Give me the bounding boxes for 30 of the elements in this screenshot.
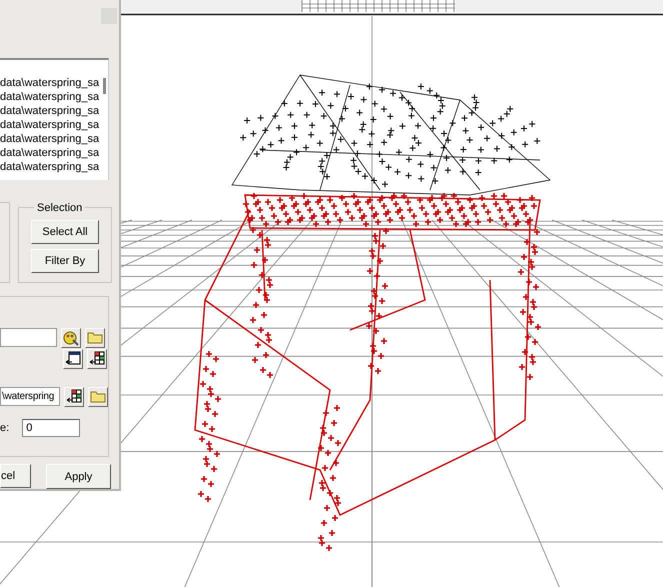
apply-button[interactable]: Apply [46, 464, 111, 489]
folder-button[interactable] [88, 386, 108, 407]
palette-button[interactable] [61, 328, 81, 348]
folder-icon [87, 331, 103, 344]
group-title: Selection [36, 202, 84, 214]
window-arrow-button[interactable] [63, 348, 83, 369]
file-list-item[interactable]: data\waterspring_sa [0, 104, 108, 118]
folder-icon [90, 390, 106, 404]
select-all-button[interactable]: Select All [31, 220, 99, 244]
file-list-item[interactable]: data\waterspring_sa [0, 132, 108, 146]
file-list[interactable]: data\waterspring_sa data\waterspring_sa data\waterspring_sa data\waterspring_sa data\waterspring_sa data\waterspring_sa data\waterspring_sa [0, 58, 109, 180]
folder-button[interactable] [85, 328, 105, 348]
file-list-item[interactable]: data\waterspring_sa [0, 76, 108, 90]
window-arrow-icon [65, 351, 81, 366]
table-arrow-button[interactable] [87, 348, 107, 369]
table-arrow-icon [66, 389, 82, 404]
table-arrow-icon [89, 351, 105, 366]
file-list-item[interactable]: data\waterspring_sa [0, 118, 108, 132]
cancel-button[interactable]: cel [0, 464, 31, 488]
path-field[interactable]: \waterspring [0, 387, 60, 406]
filter-by-button[interactable]: Filter By [31, 248, 99, 273]
scrollbar-thumb[interactable] [103, 78, 106, 94]
field-label: e: [0, 422, 10, 434]
input-field[interactable] [0, 328, 57, 348]
palette-icon [63, 330, 79, 346]
number-field[interactable]: 0 [22, 418, 80, 437]
file-list-item[interactable]: data\waterspring_sa [0, 160, 108, 174]
table-arrow-button[interactable] [64, 386, 84, 407]
file-list-item[interactable]: data\waterspring_sa [0, 90, 108, 104]
file-list-item[interactable]: data\waterspring_sa [0, 146, 108, 160]
